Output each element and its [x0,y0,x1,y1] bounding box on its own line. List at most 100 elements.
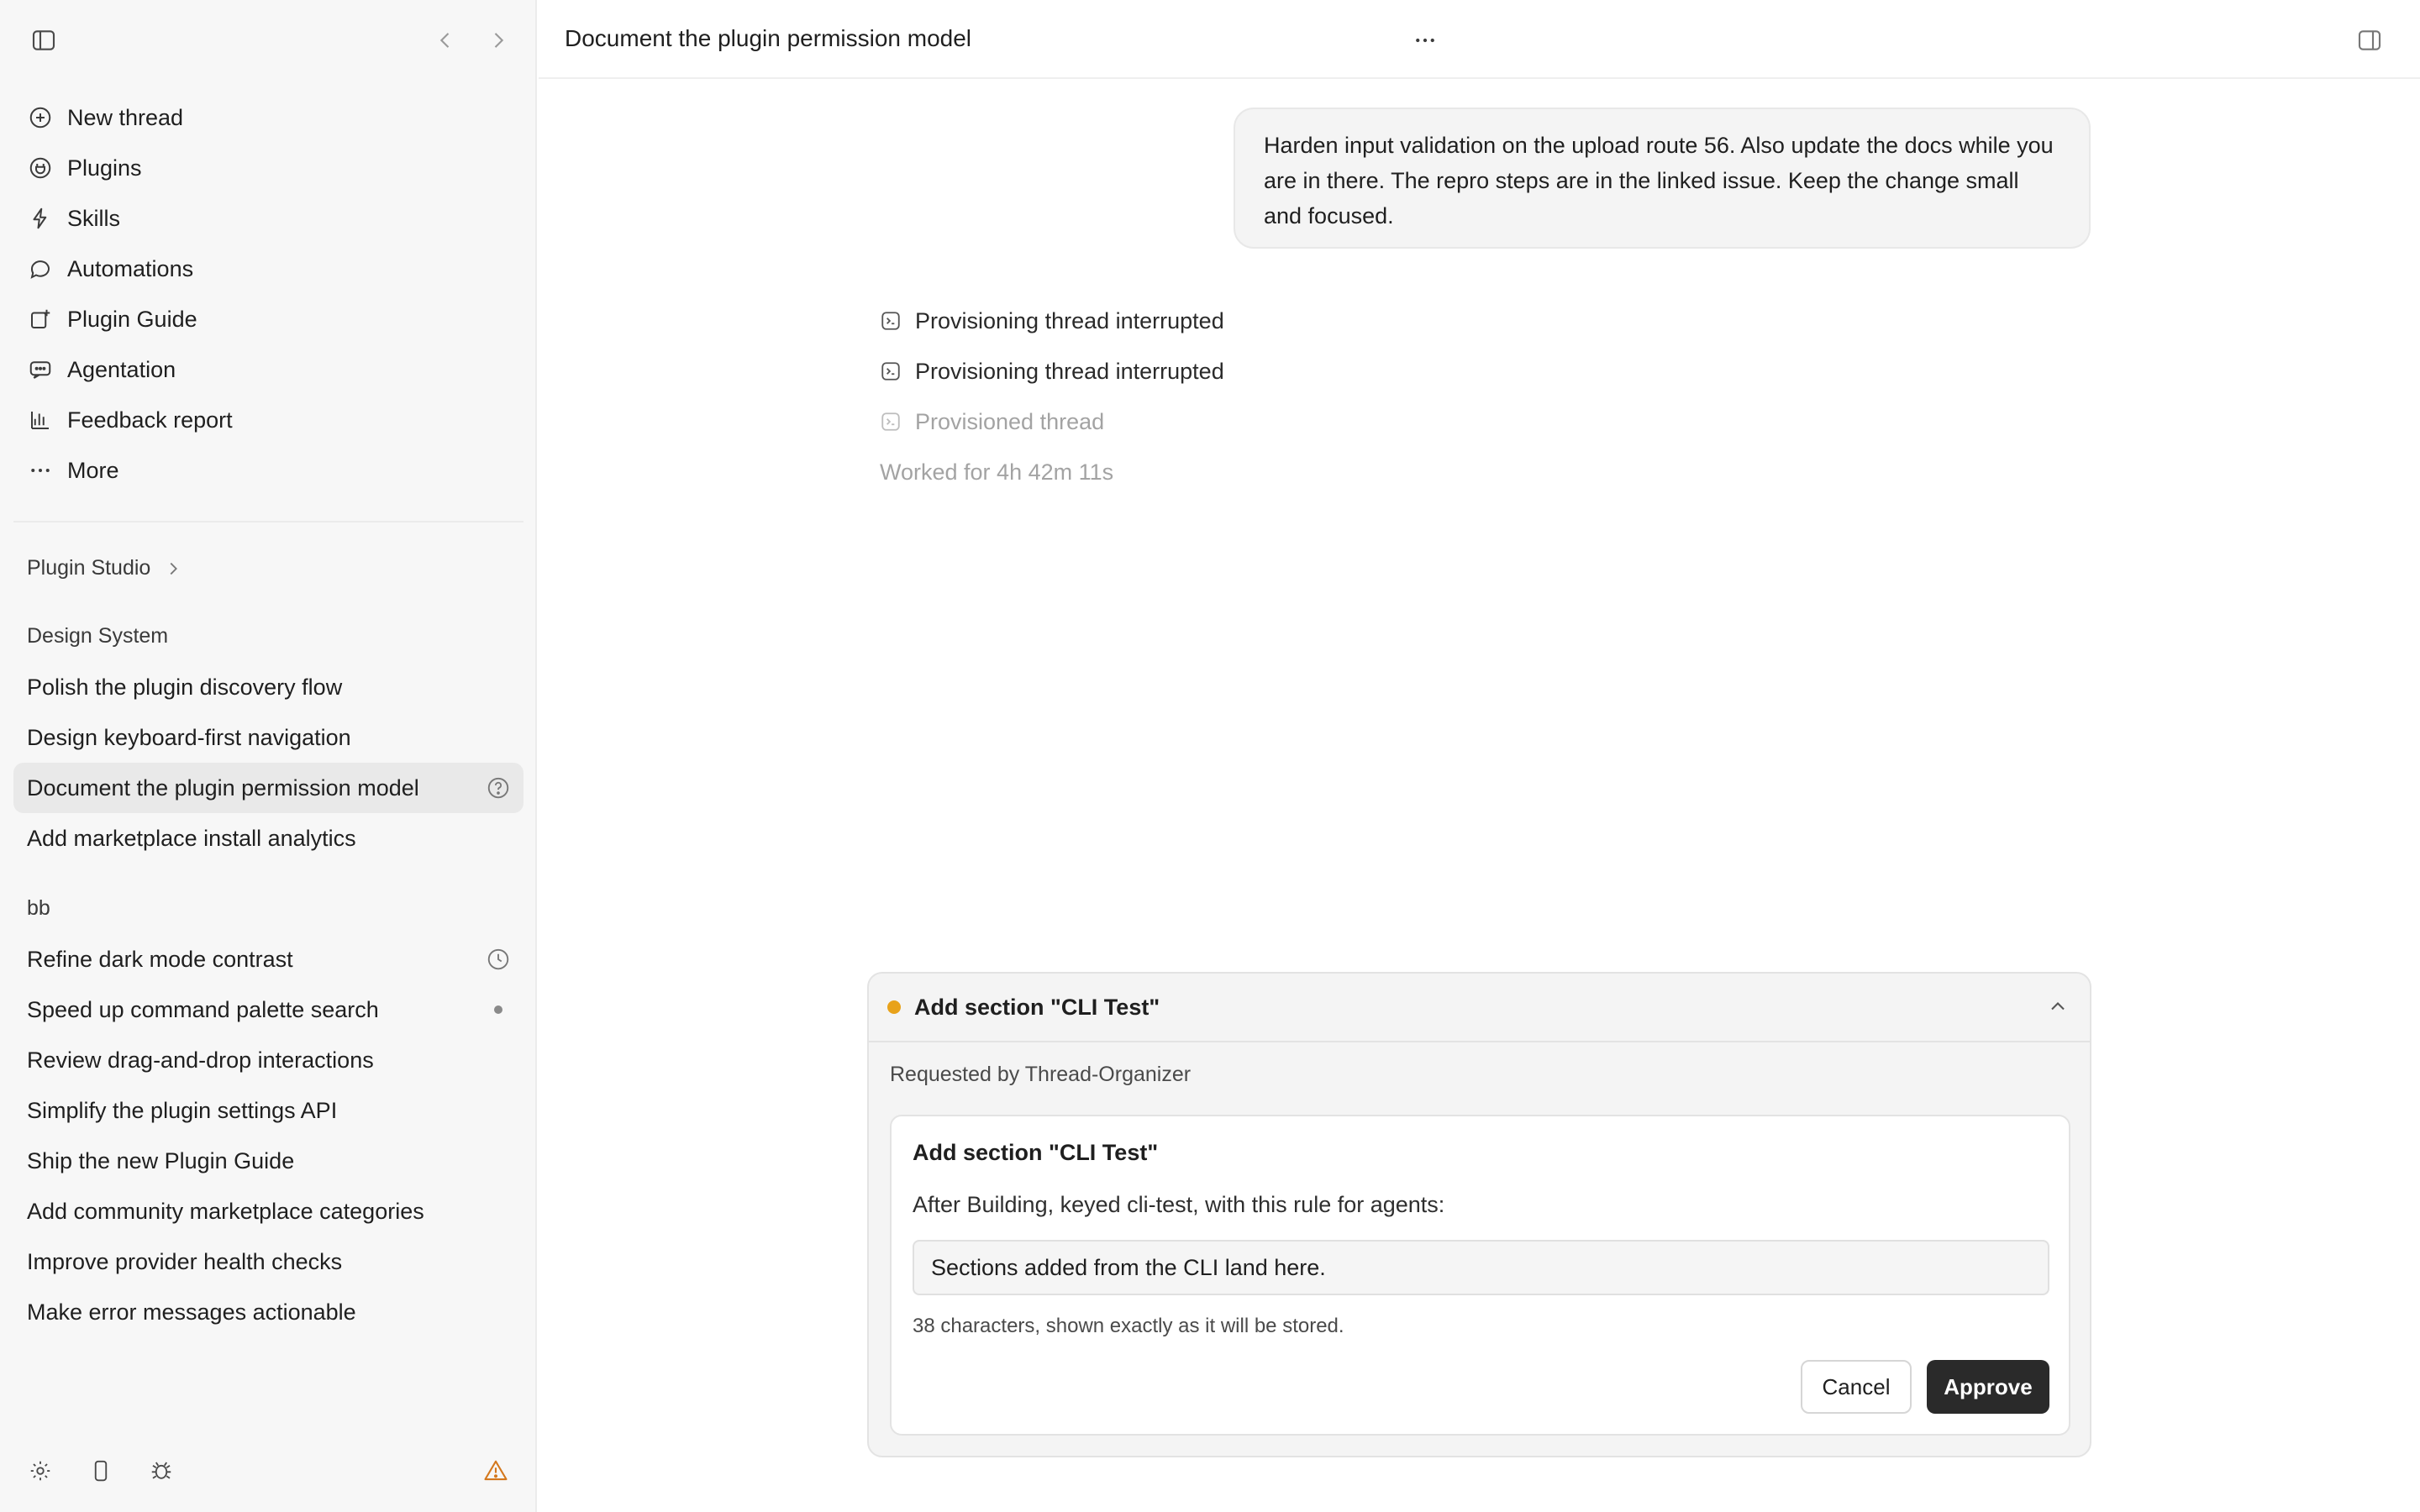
thread-title: Add community marketplace categories [27,1198,424,1224]
approval-description: After Building, keyed cli-test, with thi… [913,1192,1445,1217]
toggle-panel-icon[interactable] [2351,22,2388,59]
thread-title: Design keyboard-first navigation [27,724,351,750]
terminal-icon [880,310,902,332]
back-arrow-icon[interactable] [427,22,464,59]
nav-feedback-report[interactable]: Feedback report [13,395,523,445]
nav-skills[interactable]: Skills [13,193,523,244]
thread-item[interactable]: Refine dark mode contrast [13,934,523,984]
message-icon [27,356,54,383]
nav-agentation[interactable]: Agentation [13,344,523,395]
thread-item[interactable]: Ship the new Plugin Guide [13,1136,523,1186]
plugin-icon [27,155,54,181]
nav-automations[interactable]: Automations [13,244,523,294]
terminal-icon [880,411,902,433]
activity-text: Provisioning thread interrupted [915,358,1224,384]
gear-icon[interactable] [22,1452,59,1489]
thread-item[interactable]: Speed up command palette search [13,984,523,1035]
bb-threads: Refine dark mode contrast Speed up comma… [13,934,523,1337]
section-rule-field[interactable]: Sections added from the CLI land here. [913,1240,2049,1295]
nav-label: Automations [67,255,194,281]
requested-by: Requested by Thread-Organizer [890,1063,1192,1086]
design-system-label: Design System [27,624,169,648]
approve-button[interactable]: Approve [1927,1360,2049,1414]
activity-item[interactable]: Provisioning thread interrupted [880,296,1224,346]
approval-card: Add section "CLI Test" Requested by Thre… [867,972,2091,1457]
thread-title: Refine dark mode contrast [27,946,293,972]
warning-icon[interactable] [477,1452,514,1489]
chat-loop-icon [27,255,54,282]
nav-label: Agentation [67,356,176,382]
sidebar-divider [13,521,523,522]
lightning-icon [27,205,54,232]
thread-item[interactable]: Simplify the plugin settings API [13,1085,523,1136]
forward-arrow-icon[interactable] [480,22,517,59]
nav-plugins[interactable]: Plugins [13,143,523,193]
approval-card-header[interactable]: Add section "CLI Test" [869,974,2090,1042]
approval-title: Add section "CLI Test" [914,994,1160,1020]
nav-label: Skills [67,205,121,231]
clock-icon [485,946,512,973]
user-message: Harden input validation on the upload ro… [1234,108,2091,249]
activity-text: Provisioning thread interrupted [915,307,1224,333]
sidebar: New thread Plugins Skills Automations Pl… [0,0,537,1512]
toggle-sidebar-icon[interactable] [25,22,62,59]
activity-item[interactable]: Provisioned thread [880,396,1224,447]
thread-options-icon[interactable] [1407,22,1444,59]
thread-item[interactable]: Design keyboard-first navigation [13,712,523,763]
mobile-icon[interactable] [82,1452,119,1489]
thread-item-active[interactable]: Document the plugin permission model [13,763,523,813]
thread-title: Improve provider health checks [27,1248,343,1274]
approval-detail: Add section "CLI Test" After Building, k… [890,1115,2070,1436]
character-count-note: 38 characters, shown exactly as it will … [913,1315,1344,1337]
terminal-icon [880,360,902,382]
activity-log: Provisioning thread interrupted Provisio… [880,296,1224,497]
cancel-button[interactable]: Cancel [1801,1360,1912,1414]
plugin-studio-header[interactable]: Plugin Studio [27,556,182,580]
thread-item[interactable]: Improve provider health checks [13,1236,523,1287]
question-icon [485,774,512,801]
nav-label: More [67,457,119,483]
thread-title: Ship the new Plugin Guide [27,1147,295,1173]
bb-label: bb [27,896,50,920]
nav-new-thread[interactable]: New thread [13,92,523,143]
approval-detail-title: Add section "CLI Test" [913,1140,1159,1165]
thread-item[interactable]: Add community marketplace categories [13,1186,523,1236]
nav-more[interactable]: More [13,445,523,496]
thread-title: Speed up command palette search [27,996,379,1022]
plugin-studio-label: Plugin Studio [27,556,151,580]
activity-item[interactable]: Provisioning thread interrupted [880,346,1224,396]
thread-item[interactable]: Review drag-and-drop interactions [13,1035,523,1085]
nav-label: Feedback report [67,407,233,433]
ellipsis-icon [27,457,54,484]
chevron-right-icon [164,559,182,578]
plus-circle-icon [27,104,54,131]
nav-plugin-guide[interactable]: Plugin Guide [13,294,523,344]
worked-duration: Worked for 4h 42m 11s [880,459,1114,485]
thread-title: Make error messages actionable [27,1299,356,1325]
thread-title: Polish the plugin discovery flow [27,674,343,700]
page-title: Document the plugin permission model [565,25,972,51]
thread-title: Review drag-and-drop interactions [27,1047,374,1073]
thread-title: Simplify the plugin settings API [27,1097,338,1123]
nav-label: Plugin Guide [67,306,197,332]
chevron-up-icon[interactable] [2046,995,2070,1018]
sidebar-nav: New thread Plugins Skills Automations Pl… [13,92,523,496]
sidebar-footer [0,1450,537,1492]
thread-item[interactable]: Polish the plugin discovery flow [13,662,523,712]
bb-header[interactable]: bb [27,896,50,921]
nav-label: Plugins [67,155,142,181]
design-system-header[interactable]: Design System [27,624,168,648]
nav-label: New thread [67,104,184,130]
main-pane: Document the plugin permission model Har… [539,0,2420,1512]
guide-icon [27,306,54,333]
thread-item[interactable]: Add marketplace install analytics [13,813,523,864]
thread-title: Add marketplace install analytics [27,825,356,851]
activity-text: Provisioned thread [915,408,1105,434]
design-system-threads: Polish the plugin discovery flow Design … [13,662,523,864]
thread-title: Document the plugin permission model [27,774,419,801]
bug-icon[interactable] [143,1452,180,1489]
bar-chart-icon [27,407,54,433]
pending-status-dot [887,1000,901,1014]
thread-item[interactable]: Make error messages actionable [13,1287,523,1337]
unread-dot [494,1005,502,1014]
